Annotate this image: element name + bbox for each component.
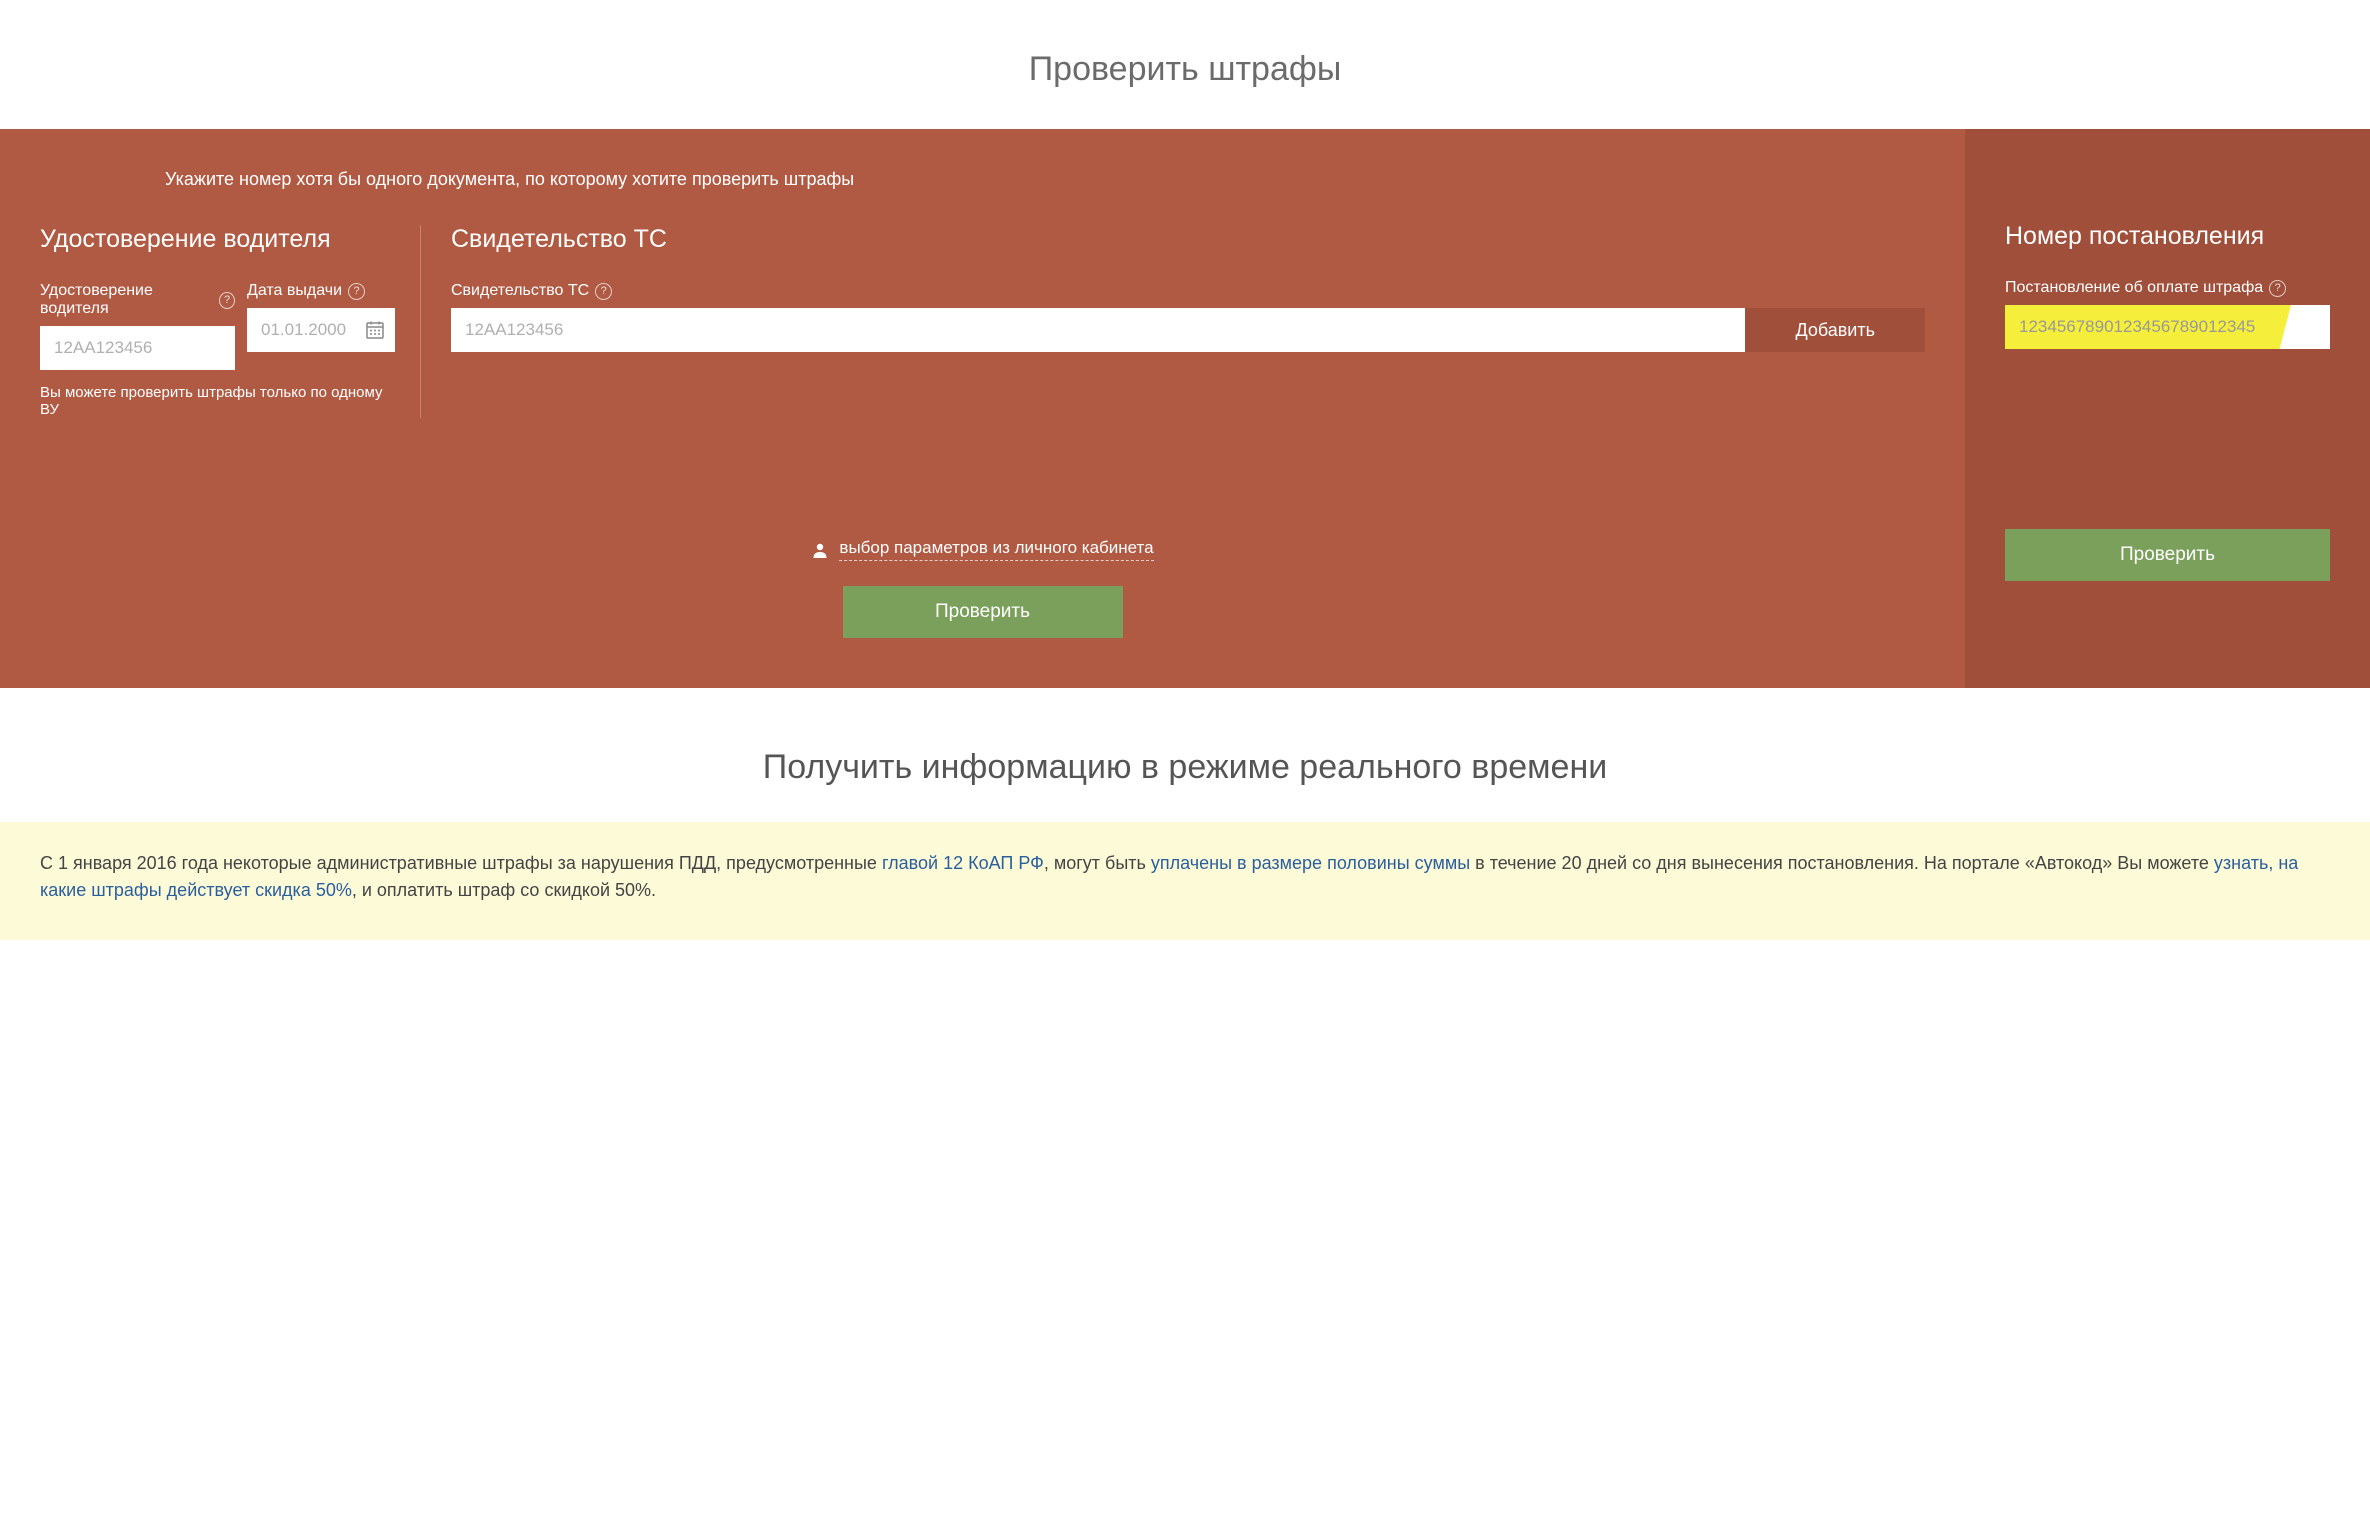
help-icon[interactable]: ? — [219, 292, 235, 309]
add-button[interactable]: Добавить — [1745, 308, 1925, 352]
resolution-label: Постановление об оплате штрафа — [2005, 279, 2263, 297]
profile-link-text: выбор параметров из личного кабинета — [839, 538, 1153, 561]
check-button-right[interactable]: Проверить — [2005, 529, 2330, 581]
subtitle: Получить информацию в режиме реального в… — [0, 688, 2370, 822]
info-text-4: , и оплатить штраф со скидкой 50%. — [352, 880, 656, 900]
info-link-half[interactable]: уплачены в размере половины суммы — [1151, 853, 1470, 873]
cert-heading: Свидетельство ТС — [451, 225, 1925, 254]
help-icon[interactable]: ? — [595, 283, 612, 300]
driver-heading: Удостоверение водителя — [40, 225, 395, 254]
cert-input[interactable] — [451, 308, 1745, 352]
driver-license-section: Удостоверение водителя Удостоверение вод… — [40, 225, 420, 418]
resolution-input[interactable] — [2005, 305, 2330, 349]
page-title: Проверить штрафы — [0, 0, 2370, 129]
vehicle-cert-section: Свидетельство ТС Свидетельство ТС ? Доба… — [420, 225, 1925, 418]
date-label: Дата выдачи — [247, 282, 342, 300]
user-icon — [811, 541, 829, 559]
resolution-heading: Номер постановления — [2005, 222, 2330, 251]
info-text-3: в течение 20 дней со дня вынесения поста… — [1470, 853, 2214, 873]
cert-label: Свидетельство ТС — [451, 282, 589, 300]
info-band: С 1 января 2016 года некоторые администр… — [0, 822, 2370, 941]
driver-hint: Вы можете проверить штрафы только по одн… — [40, 384, 395, 418]
driver-license-input[interactable] — [40, 326, 235, 370]
instruction-text: Укажите номер хотя бы одного документа, … — [40, 169, 1925, 190]
info-text-1: С 1 января 2016 года некоторые администр… — [40, 853, 882, 873]
check-button-left[interactable]: Проверить — [843, 586, 1123, 638]
help-icon[interactable]: ? — [2269, 280, 2286, 297]
panel-left: Укажите номер хотя бы одного документа, … — [0, 129, 1965, 688]
info-link-koap[interactable]: главой 12 КоАП РФ — [882, 853, 1044, 873]
driver-license-label: Удостоверение водителя — [40, 282, 213, 318]
help-icon[interactable]: ? — [348, 283, 365, 300]
info-text-2: , могут быть — [1044, 853, 1151, 873]
calendar-icon[interactable] — [365, 320, 385, 340]
main-panel: Укажите номер хотя бы одного документа, … — [0, 129, 2370, 688]
profile-params-link[interactable]: выбор параметров из личного кабинета — [811, 538, 1153, 561]
panel-right: Номер постановления Постановление об опл… — [1965, 129, 2370, 688]
